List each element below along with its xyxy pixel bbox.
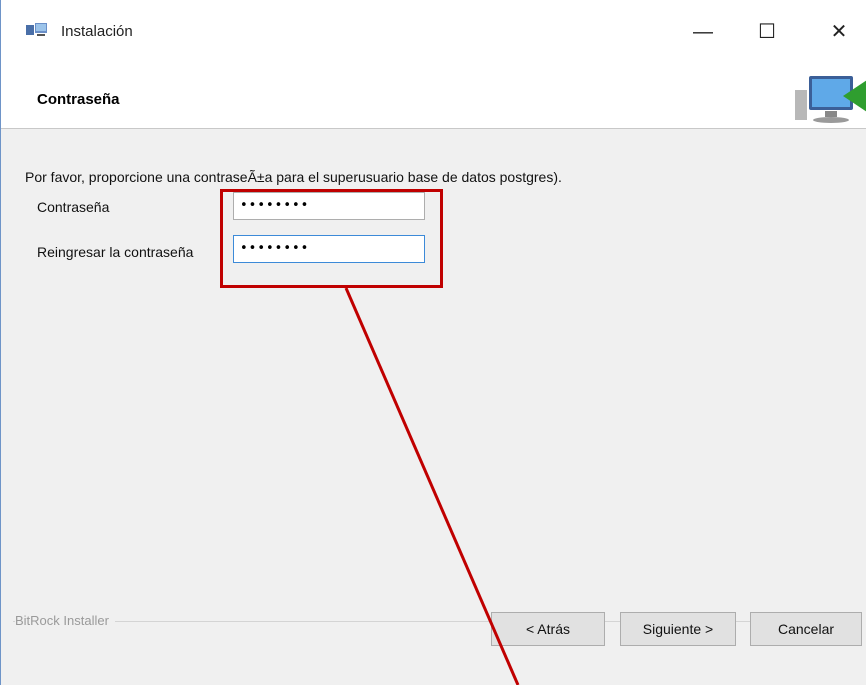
pointer-line (344, 287, 520, 685)
